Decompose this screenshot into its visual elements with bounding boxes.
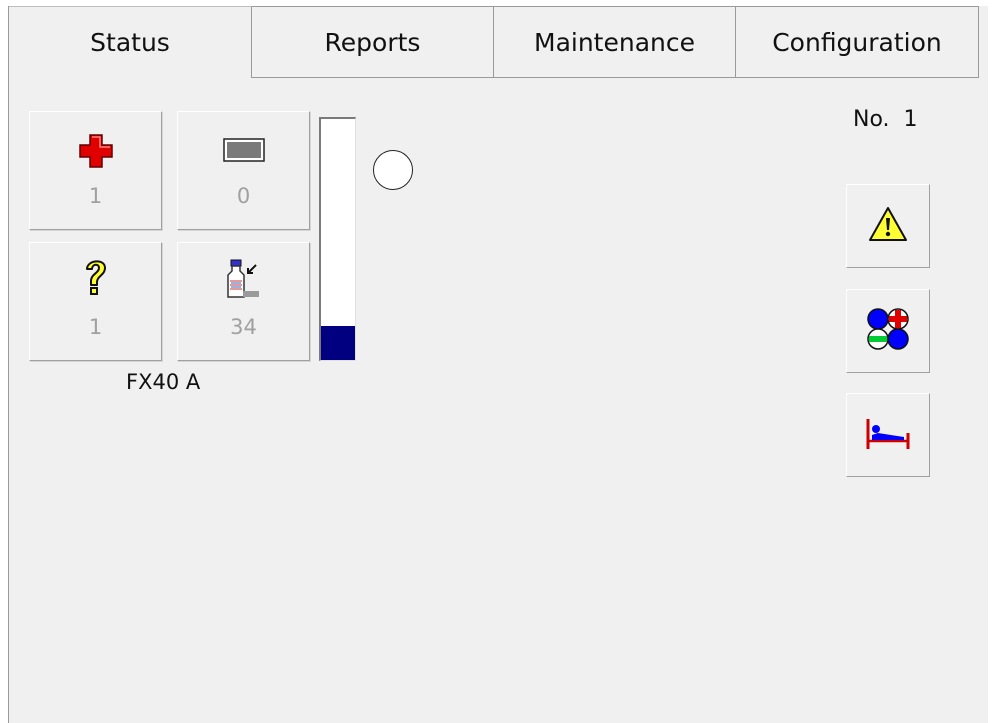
tab-maintenance[interactable]: Maintenance: [494, 6, 736, 78]
red-cross-icon: [78, 134, 113, 172]
unknown-count: 1: [88, 315, 103, 339]
unknown-tile[interactable]: 1: [29, 242, 162, 361]
status-indicator-circle: [373, 150, 413, 190]
tab-bar: Status Reports Maintenance Configuration: [9, 6, 988, 78]
alarms-tile[interactable]: 1: [29, 111, 162, 230]
messages-count: 0: [236, 184, 251, 208]
tab-reports[interactable]: Reports: [252, 6, 494, 78]
messages-tile[interactable]: 0: [177, 111, 310, 230]
tab-configuration[interactable]: Configuration: [736, 6, 979, 78]
calibration-icon: [865, 306, 911, 356]
level-gauge: [319, 117, 356, 361]
unit-number: No. 1: [853, 107, 918, 132]
calibration-button[interactable]: [846, 289, 930, 373]
samples-tile[interactable]: 34: [177, 242, 310, 361]
patient-bed-icon: [864, 415, 912, 455]
sample-bottle-icon: [222, 257, 266, 307]
gray-rectangle-icon: [222, 138, 265, 166]
question-mark-icon: [83, 257, 109, 301]
warning-icon: [868, 206, 908, 246]
device-name: FX40 A: [126, 370, 201, 394]
patient-bed-button[interactable]: [846, 393, 930, 477]
warning-button[interactable]: [846, 184, 930, 268]
samples-count: 34: [230, 315, 257, 339]
tab-status[interactable]: Status: [9, 6, 252, 78]
alarms-count: 1: [88, 184, 103, 208]
status-window: Status Reports Maintenance Configuration…: [8, 6, 988, 723]
level-gauge-fill: [321, 326, 355, 360]
